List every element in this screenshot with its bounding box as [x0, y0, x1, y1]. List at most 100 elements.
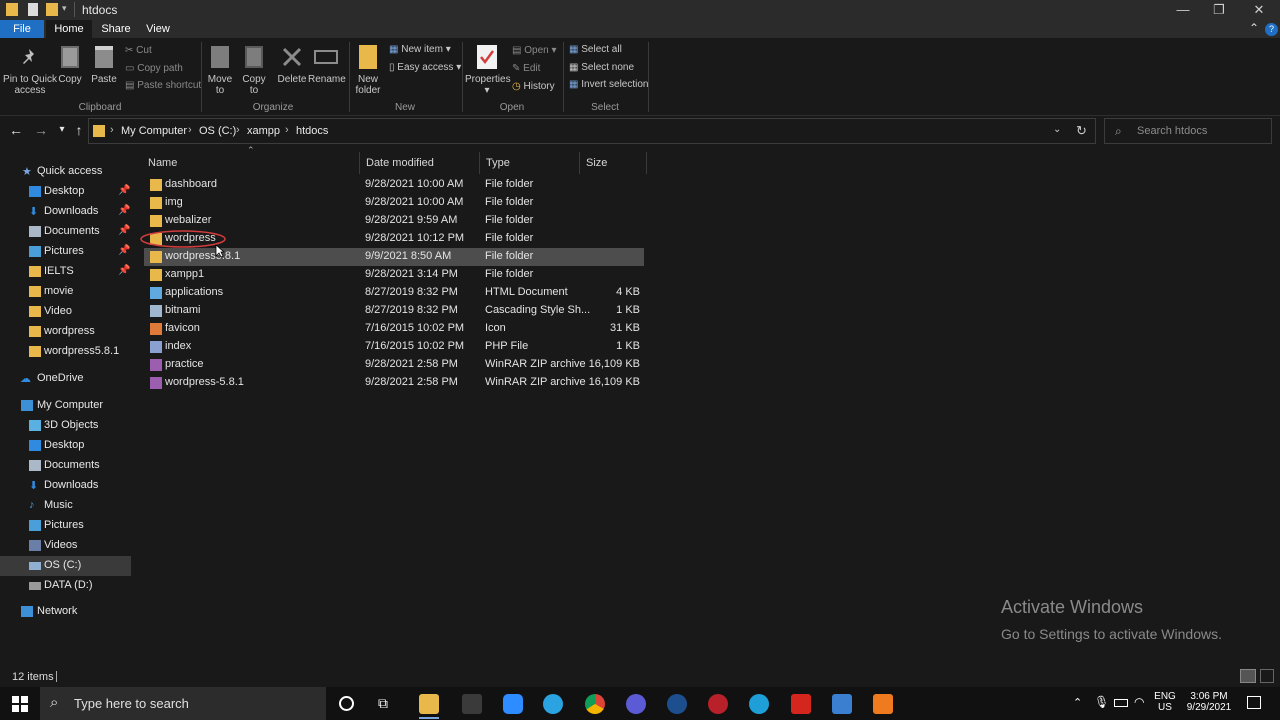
battery-icon[interactable] — [1114, 699, 1128, 707]
nav-item-pc-downloads[interactable]: ⬇ Downloads — [0, 476, 131, 496]
history-button[interactable]: ◷ History — [512, 81, 555, 92]
telegram-icon[interactable] — [543, 694, 563, 714]
breadcrumb-os-c[interactable]: OS (C:) — [199, 125, 236, 137]
cut-button[interactable]: ✂ Cut — [125, 45, 152, 56]
pin-to-quick-access-button[interactable]: Pin to Quick access — [2, 74, 58, 96]
tab-file[interactable]: File — [0, 20, 44, 38]
clock[interactable]: 3:06 PM 9/29/2021 — [1178, 691, 1240, 713]
nav-item-video[interactable]: Video — [0, 302, 131, 322]
table-row[interactable]: img 9/28/2021 10:00 AM File folder — [144, 194, 644, 212]
paste-button[interactable]: Paste — [89, 74, 119, 85]
maximize-button[interactable]: ❐ — [1200, 0, 1238, 20]
close-button[interactable]: ✕ — [1240, 0, 1278, 20]
collapse-ribbon-icon[interactable]: ⌃ — [1249, 21, 1259, 35]
nav-item-desktop[interactable]: Desktop 📌 — [0, 182, 131, 202]
nav-item-music[interactable]: ♪ Music — [0, 496, 131, 516]
new-folder-icon[interactable] — [46, 3, 58, 16]
app-c-icon[interactable] — [626, 694, 646, 714]
taskbar-search[interactable]: ⌕ Type here to search — [40, 687, 326, 720]
properties-button[interactable]: Properties ▾ — [465, 74, 511, 96]
breadcrumb-separator[interactable]: › — [236, 124, 240, 136]
nav-onedrive[interactable]: ☁ OneDrive — [0, 369, 131, 389]
table-row[interactable]: dashboard 9/28/2021 10:00 AM File folder — [144, 176, 644, 194]
shield-icon[interactable] — [462, 694, 482, 714]
breadcrumb-my-computer[interactable]: My Computer — [121, 125, 187, 137]
delete-button[interactable]: Delete — [276, 74, 308, 85]
tab-share[interactable]: Share — [96, 20, 136, 38]
breadcrumb-separator[interactable]: › — [285, 124, 289, 136]
breadcrumb-separator[interactable]: › — [188, 124, 192, 136]
customize-quick-access-icon[interactable]: ▾ — [62, 3, 67, 14]
edge-icon[interactable] — [749, 694, 769, 714]
back-arrow-icon[interactable]: ← — [8, 122, 24, 138]
task-view-icon[interactable]: ⧉ — [378, 695, 388, 712]
table-row[interactable]: favicon 7/16/2015 10:02 PM Icon 31 KB — [144, 320, 644, 338]
paste-shortcut-button[interactable]: ▤ Paste shortcut — [125, 80, 201, 91]
properties-icon[interactable] — [28, 3, 38, 16]
xampp-icon[interactable] — [873, 694, 893, 714]
new-item-button[interactable]: ▦ New item ▾ — [389, 44, 451, 55]
windows-start-icon[interactable] — [12, 696, 28, 715]
tab-home[interactable]: Home — [46, 20, 92, 38]
nav-item-movie[interactable]: movie — [0, 282, 131, 302]
search-box[interactable]: ⌕ Search htdocs — [1104, 118, 1272, 144]
breadcrumb-htdocs[interactable]: htdocs — [296, 125, 328, 137]
app-crescent-icon[interactable] — [667, 694, 687, 714]
app-red-icon[interactable] — [708, 694, 728, 714]
nav-item-wordpress[interactable]: wordpress — [0, 322, 131, 342]
up-arrow-icon[interactable]: ↑ — [71, 122, 87, 138]
table-row[interactable]: xampp1 9/28/2021 3:14 PM File folder — [144, 266, 644, 284]
column-header-type[interactable]: Type — [480, 152, 580, 174]
edit-button[interactable]: ✎ Edit — [512, 63, 540, 74]
nav-item-data-d[interactable]: DATA (D:) — [0, 576, 131, 596]
table-row[interactable]: wordpress-5.8.1 9/28/2021 2:58 PM WinRAR Z… — [144, 374, 644, 392]
invert-selection-button[interactable]: ▦ Invert selection — [569, 79, 649, 90]
copy-path-button[interactable]: ▭ Copy path — [125, 63, 183, 74]
open-button[interactable]: ▤ Open ▾ — [512, 45, 557, 56]
address-bar[interactable]: › My Computer › OS (C:) › xampp › htdocs… — [88, 118, 1096, 144]
nav-network[interactable]: Network — [0, 602, 131, 622]
copy-to-button[interactable]: Copy to — [239, 74, 269, 96]
chrome-icon[interactable] — [585, 694, 605, 714]
forward-arrow-icon[interactable]: → — [33, 122, 49, 138]
large-icons-view-icon[interactable] — [1260, 669, 1274, 683]
table-row[interactable]: applications 8/27/2019 8:32 PM HTML Docume… — [144, 284, 644, 302]
refresh-icon[interactable]: ↻ — [1076, 123, 1087, 139]
wifi-icon[interactable]: ◠ — [1134, 695, 1144, 709]
move-to-button[interactable]: Move to — [205, 74, 235, 96]
breadcrumb-separator[interactable]: › — [110, 124, 114, 136]
chevron-up-icon[interactable]: ⌃ — [1073, 696, 1082, 709]
minimize-button[interactable]: — — [1164, 0, 1202, 20]
notification-icon[interactable] — [1247, 696, 1261, 709]
copy-button[interactable]: Copy — [56, 74, 84, 85]
nav-item-downloads[interactable]: ⬇ Downloads 📌 — [0, 202, 131, 222]
details-view-icon[interactable] — [1240, 669, 1256, 683]
column-header-size[interactable]: Size — [580, 152, 647, 174]
recent-locations-icon[interactable]: ▾ — [54, 122, 70, 138]
language-indicator[interactable]: ENG US — [1150, 691, 1180, 713]
nav-item-pc-documents[interactable]: Documents — [0, 456, 131, 476]
select-all-button[interactable]: ▦ Select all — [569, 44, 622, 55]
breadcrumb-xampp[interactable]: xampp — [247, 125, 280, 137]
cortana-icon[interactable] — [339, 696, 354, 711]
zoom-icon[interactable] — [503, 694, 523, 714]
file-explorer-icon[interactable] — [419, 694, 439, 714]
new-folder-button[interactable]: New folder — [353, 74, 383, 96]
nav-item-3d-objects[interactable]: 3D Objects — [0, 416, 131, 436]
nav-item-pc-desktop[interactable]: Desktop — [0, 436, 131, 456]
nav-item-pictures[interactable]: Pictures 📌 — [0, 242, 131, 262]
nav-item-ielts[interactable]: IELTS 📌 — [0, 262, 131, 282]
column-header-name[interactable]: Name — [142, 152, 360, 174]
nav-item-os-c[interactable]: OS (C:) — [0, 556, 131, 576]
table-row[interactable]: bitnami 8/27/2019 8:32 PM Cascading Style … — [144, 302, 644, 320]
microphone-icon[interactable]: 🎙 — [1094, 695, 1109, 709]
tab-view[interactable]: View — [140, 20, 176, 38]
acrobat-icon[interactable] — [791, 694, 811, 714]
select-none-button[interactable]: ▦ Select none — [569, 62, 634, 73]
nav-item-videos[interactable]: Videos — [0, 536, 131, 556]
nav-item-wordpress581[interactable]: wordpress5.8.1 — [0, 342, 131, 362]
easy-access-button[interactable]: ▯ Easy access ▾ — [389, 62, 461, 73]
column-header-date[interactable]: Date modified — [360, 152, 480, 174]
help-icon[interactable]: ? — [1265, 23, 1278, 36]
nav-item-documents[interactable]: Documents 📌 — [0, 222, 131, 242]
